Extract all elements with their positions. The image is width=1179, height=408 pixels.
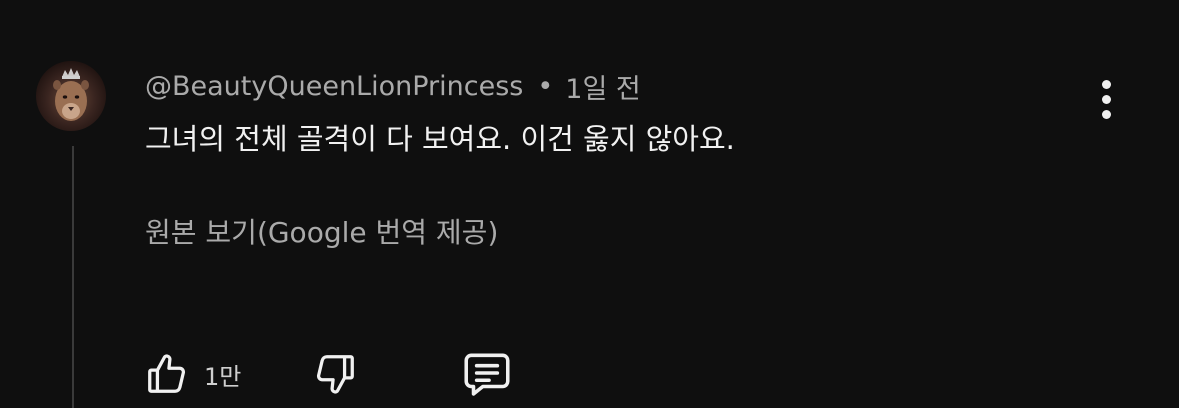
comment-bubble-icon: [464, 353, 510, 396]
dislike-button[interactable]: [312, 348, 358, 400]
view-original-link[interactable]: 원본 보기(Google 번역 제공): [145, 211, 498, 251]
comment-timestamp[interactable]: 1일 전: [565, 67, 640, 106]
vertical-ellipsis-icon-dot: [1101, 109, 1111, 119]
vertical-ellipsis-icon-dot: [1101, 79, 1111, 89]
vertical-ellipsis-icon-dot: [1101, 94, 1111, 104]
reply-button[interactable]: [460, 348, 514, 400]
thumbs-up-icon: [148, 354, 186, 393]
more-actions-button[interactable]: [1086, 74, 1126, 124]
thumbs-down-icon: [316, 355, 354, 394]
author-avatar[interactable]: [36, 61, 106, 131]
like-button[interactable]: 1만: [144, 348, 241, 400]
meta-separator: •: [537, 70, 554, 102]
author-handle[interactable]: @BeautyQueenLionPrincess: [145, 71, 523, 102]
like-count: 1만: [204, 362, 242, 391]
comment-body: 그녀의 전체 골격이 다 보여요. 이건 옳지 않아요.: [145, 122, 735, 156]
lion-avatar-icon: [53, 68, 89, 121]
comment-header: @BeautyQueenLionPrincess • 1일 전: [145, 66, 641, 106]
reply-thread-line: [72, 146, 74, 408]
